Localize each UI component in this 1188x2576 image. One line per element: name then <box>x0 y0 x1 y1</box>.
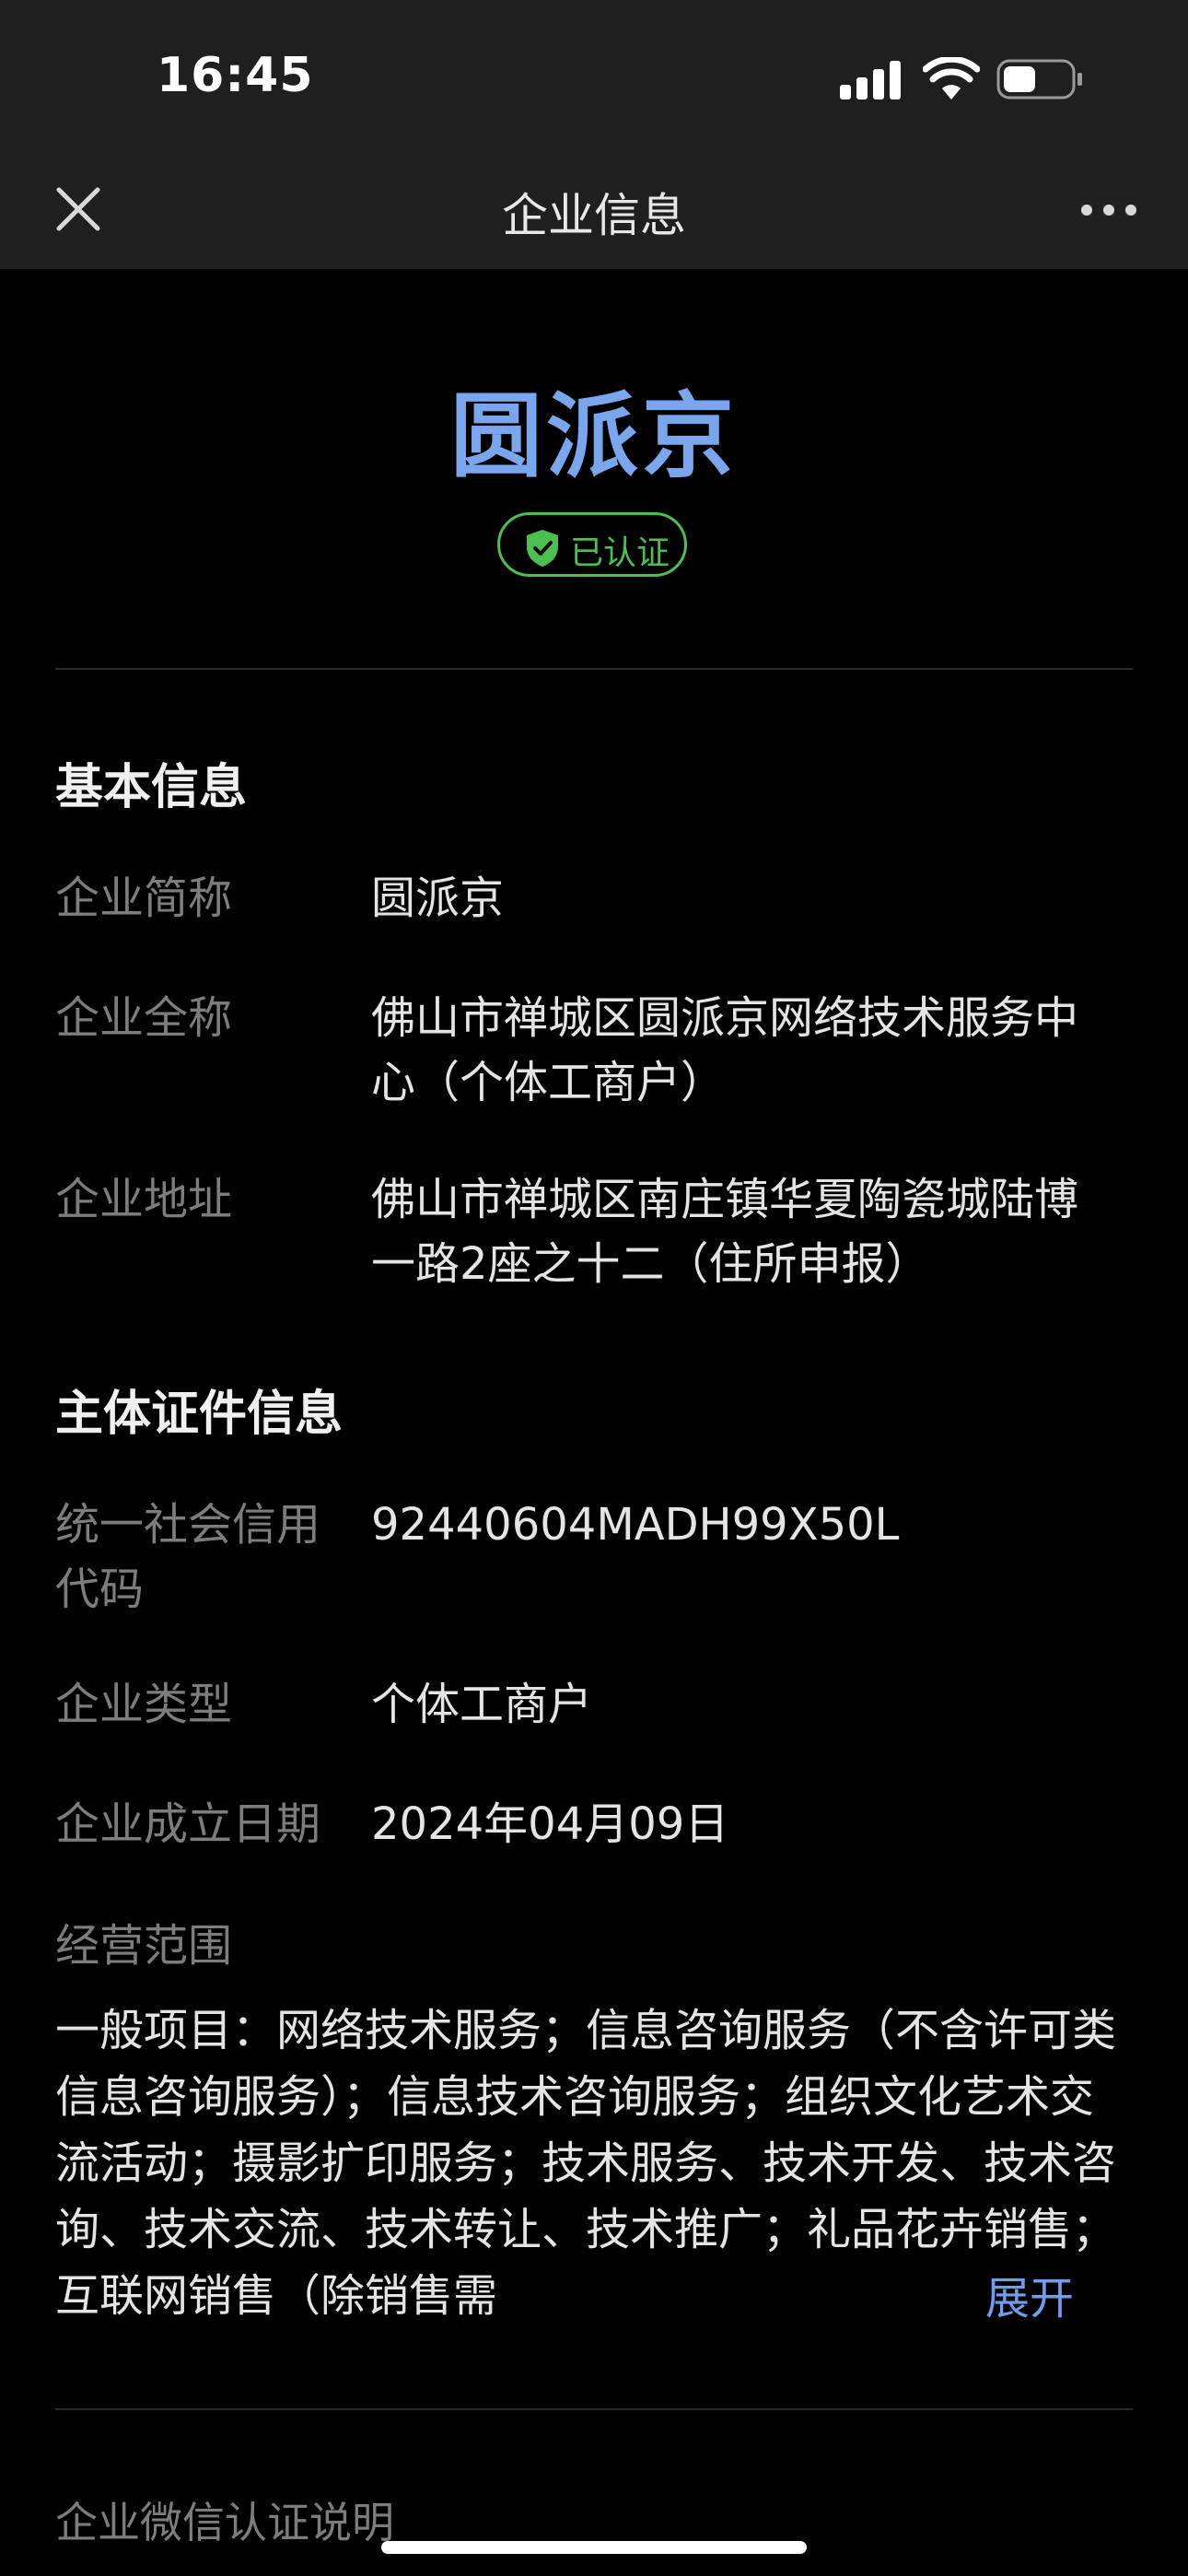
more-icon[interactable] <box>1079 203 1138 217</box>
verified-badge: 已认证 <box>497 512 687 577</box>
divider <box>55 2408 1133 2410</box>
label-founding-date: 企业成立日期 <box>55 1798 321 1850</box>
value-credit-code: 92440604MADH99X50L <box>371 1499 900 1551</box>
verified-label: 已认证 <box>570 534 670 572</box>
label-credit-code: 统一社会信用代码 <box>55 1499 321 1615</box>
label-address: 企业地址 <box>55 1174 233 1225</box>
home-indicator[interactable] <box>381 2541 807 2554</box>
expand-link[interactable]: 展开 <box>958 2268 1075 2329</box>
cellular-signal-icon <box>840 61 901 100</box>
label-short-name: 企业简称 <box>55 872 233 924</box>
nav-bar: 企业信息 <box>0 157 1188 269</box>
label-business-scope: 经营范围 <box>55 1920 233 1972</box>
status-bar: 16:45 <box>0 0 1188 157</box>
footer-title-verification-note[interactable]: 企业微信认证说明 <box>55 2489 394 2550</box>
label-company-type: 企业类型 <box>55 1679 233 1730</box>
value-full-name: 佛山市禅城区圆派京网络技术服务中心（个体工商户） <box>371 992 1079 1108</box>
label-full-name: 企业全称 <box>55 992 233 1044</box>
shield-check-icon <box>527 530 558 567</box>
value-short-name: 圆派京 <box>371 872 505 924</box>
battery-icon <box>996 59 1082 100</box>
status-time: 16:45 <box>157 48 314 103</box>
company-name: 圆派京 <box>450 382 738 490</box>
divider <box>55 668 1133 670</box>
page-title: 企业信息 <box>502 189 686 242</box>
wifi-icon <box>923 57 980 100</box>
section-title-basic-info: 基本信息 <box>55 760 248 815</box>
value-company-type: 个体工商户 <box>371 1679 593 1730</box>
value-founding-date: 2024年04月09日 <box>371 1798 729 1850</box>
section-title-license-info: 主体证件信息 <box>55 1387 344 1442</box>
value-address: 佛山市禅城区南庄镇华夏陶瓷城陆博一路2座之十二（住所申报） <box>371 1174 1079 1290</box>
